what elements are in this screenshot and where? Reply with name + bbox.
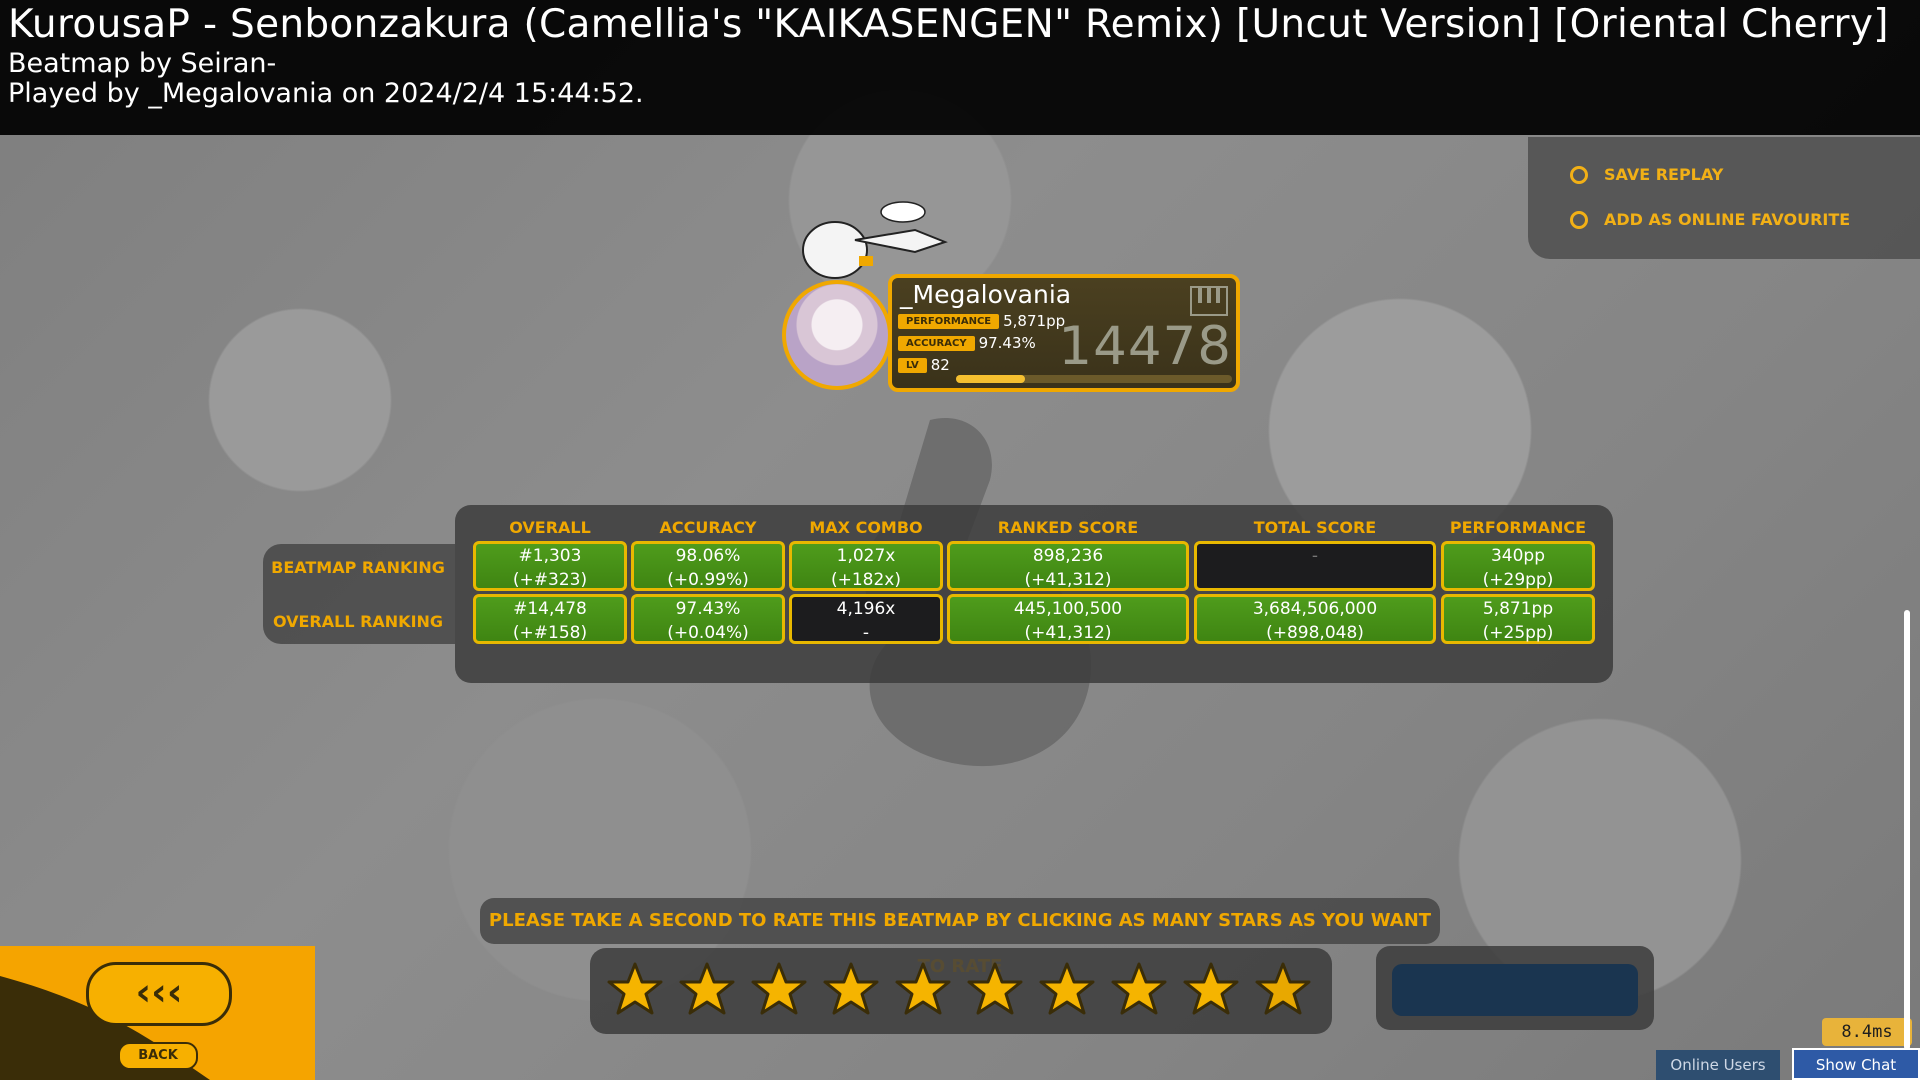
piano-keys-icon xyxy=(1190,286,1228,316)
top-info-bar: KurousaP - Senbonzakura (Camellia's "KAI… xyxy=(0,0,1920,135)
cell-value: 1,027x xyxy=(836,546,896,566)
level-progress-bar xyxy=(956,375,1232,383)
col-overall-header: OVERALL xyxy=(509,518,591,537)
cell-value: 97.43% xyxy=(675,599,741,619)
beatmap-total-score-cell: - xyxy=(1194,541,1436,591)
cell-delta: (+#323) xyxy=(512,570,588,590)
back-button[interactable]: ‹‹‹ xyxy=(86,962,232,1026)
cell-delta: (+0.04%) xyxy=(667,623,749,643)
overall-ranking-label: OVERALL RANKING xyxy=(272,612,444,631)
cell-value: 445,100,500 xyxy=(1013,599,1123,619)
beatmap-author: Beatmap by Seiran- xyxy=(8,48,277,79)
overall-performance-cell: 5,871pp (+25pp) xyxy=(1441,594,1595,644)
cell-value: 898,236 xyxy=(1032,546,1104,566)
beatmap-ranked-score-cell: 898,236 (+41,312) xyxy=(947,541,1189,591)
rating-star-icon[interactable] xyxy=(605,960,665,1020)
rating-prompt: PLEASE TAKE A SECOND TO RATE THIS BEATMA… xyxy=(480,898,1440,977)
overall-ranked-score-cell: 445,100,500 (+41,312) xyxy=(947,594,1189,644)
cell-delta: (+25pp) xyxy=(1482,623,1554,643)
beatmap-ranking-label: BEATMAP RANKING xyxy=(271,558,445,577)
song-title: KurousaP - Senbonzakura (Camellia's "KAI… xyxy=(8,2,1889,47)
beatmap-performance-cell: 340pp (+29pp) xyxy=(1441,541,1595,591)
back-label[interactable]: BACK xyxy=(118,1042,198,1070)
col-total-score-header: TOTAL SCORE xyxy=(1253,518,1377,537)
show-chat-button[interactable]: Show Chat xyxy=(1792,1048,1920,1080)
played-by-info: Played by _Megalovania on 2024/2/4 15:44… xyxy=(8,78,644,109)
cell-value: 98.06% xyxy=(675,546,741,566)
rating-star-icon[interactable] xyxy=(677,960,737,1020)
frame-time-badge: 8.4ms xyxy=(1822,1018,1912,1046)
cell-delta: (+0.99%) xyxy=(667,570,749,590)
col-performance-header: PERFORMANCE xyxy=(1449,518,1587,537)
col-ranked-score-header: RANKED SCORE xyxy=(997,518,1139,537)
overall-accuracy-cell: 97.43% (+0.04%) xyxy=(631,594,785,644)
rating-star-icon[interactable] xyxy=(1037,960,1097,1020)
save-replay-label: SAVE REPLAY xyxy=(1604,165,1724,184)
add-favourite-label: ADD AS ONLINE FAVOURITE xyxy=(1604,210,1851,229)
cell-delta: (+182x) xyxy=(830,570,902,590)
cell-delta: (+41,312) xyxy=(1024,623,1112,643)
radio-circle-icon xyxy=(1570,165,1588,184)
options-panel: SAVE REPLAY ADD AS ONLINE FAVOURITE xyxy=(1528,137,1920,259)
online-users-button[interactable]: Online Users xyxy=(1656,1050,1780,1080)
cell-value: 3,684,506,000 xyxy=(1252,599,1378,619)
beatmap-accuracy-cell: 98.06% (+0.99%) xyxy=(631,541,785,591)
rating-star-icon[interactable] xyxy=(749,960,809,1020)
overall-overall-cell: #14,478 (+#158) xyxy=(473,594,627,644)
cell-value: #1,303 xyxy=(518,546,582,566)
level-progress-fill xyxy=(956,375,1025,383)
overall-total-score-cell: 3,684,506,000 (+898,048) xyxy=(1194,594,1436,644)
rating-result-bar xyxy=(1392,964,1638,1016)
cell-value: 340pp xyxy=(1490,546,1546,566)
level-tag: LV xyxy=(898,357,927,373)
rating-star-icon[interactable] xyxy=(1253,960,1313,1020)
cell-delta: (+41,312) xyxy=(1024,570,1112,590)
cell-delta: (+29pp) xyxy=(1482,570,1554,590)
rating-star-icon[interactable] xyxy=(1109,960,1169,1020)
level-value: 82 xyxy=(930,356,950,374)
rating-star-icon[interactable] xyxy=(821,960,881,1020)
save-replay-button[interactable]: SAVE REPLAY xyxy=(1570,165,1723,184)
performance-tag: PERFORMANCE xyxy=(898,313,1000,329)
ranking-row-labels: BEATMAP RANKING OVERALL RANKING xyxy=(263,544,455,644)
beatmap-overall-cell: #1,303 (+#323) xyxy=(473,541,627,591)
cell-value: - xyxy=(1311,546,1319,566)
cell-delta: (+898,048) xyxy=(1266,623,1364,643)
cell-value: 5,871pp xyxy=(1482,599,1554,619)
performance-value: 5,871pp xyxy=(1003,312,1066,330)
col-max-combo-header: MAX COMBO xyxy=(809,518,923,537)
scrollbar[interactable] xyxy=(1904,610,1910,1050)
rating-star-icon[interactable] xyxy=(965,960,1025,1020)
performance-stat: PERFORMANCE 5,871pp xyxy=(898,312,1065,330)
accuracy-tag: ACCURACY xyxy=(898,335,975,351)
rating-star-icon[interactable] xyxy=(1181,960,1241,1020)
cell-value: 4,196x xyxy=(836,599,896,619)
accuracy-stat: ACCURACY 97.43% xyxy=(898,334,1036,352)
radio-circle-icon xyxy=(1570,210,1588,229)
user-card[interactable]: 14478 _Megalovania PERFORMANCE 5,871pp A… xyxy=(888,274,1240,392)
accuracy-value: 97.43% xyxy=(978,334,1036,352)
user-avatar[interactable] xyxy=(782,280,892,390)
cell-value: #14,478 xyxy=(513,599,587,619)
user-global-rank: 14478 xyxy=(1058,316,1232,377)
add-favourite-button[interactable]: ADD AS ONLINE FAVOURITE xyxy=(1570,210,1850,229)
username: _Megalovania xyxy=(900,280,1072,309)
overall-max-combo-cell: 4,196x - xyxy=(789,594,943,644)
cell-delta: (+#158) xyxy=(512,623,588,643)
beatmap-max-combo-cell: 1,027x (+182x) xyxy=(789,541,943,591)
col-accuracy-header: ACCURACY xyxy=(659,518,757,537)
cell-delta: - xyxy=(862,623,870,643)
rating-star-icon[interactable] xyxy=(893,960,953,1020)
level-stat: LV 82 xyxy=(898,356,950,374)
